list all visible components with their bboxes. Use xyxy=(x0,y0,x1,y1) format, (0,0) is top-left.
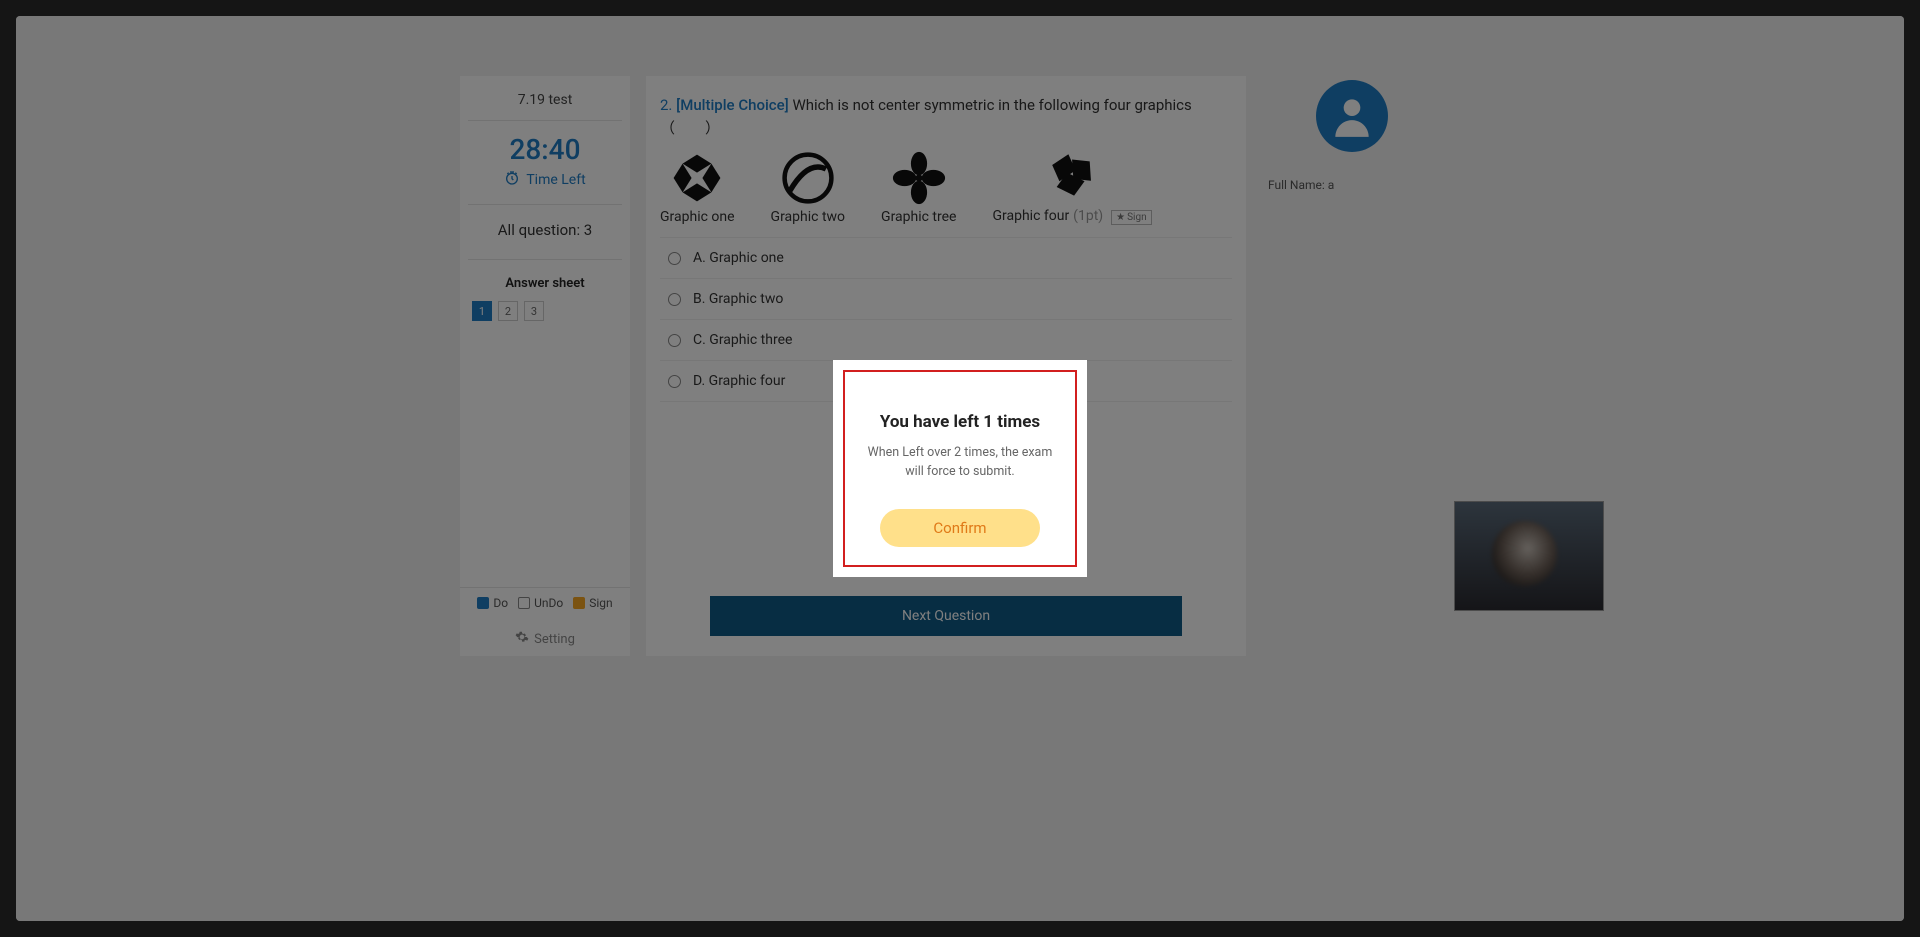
modal-overlay: You have left 1 times When Left over 2 t… xyxy=(0,0,1920,937)
warning-modal-inner: You have left 1 times When Left over 2 t… xyxy=(843,370,1077,568)
modal-message: When Left over 2 times, the exam will fo… xyxy=(861,444,1059,482)
warning-modal: You have left 1 times When Left over 2 t… xyxy=(833,360,1087,578)
modal-title: You have left 1 times xyxy=(861,412,1059,432)
confirm-button[interactable]: Confirm xyxy=(880,509,1040,547)
